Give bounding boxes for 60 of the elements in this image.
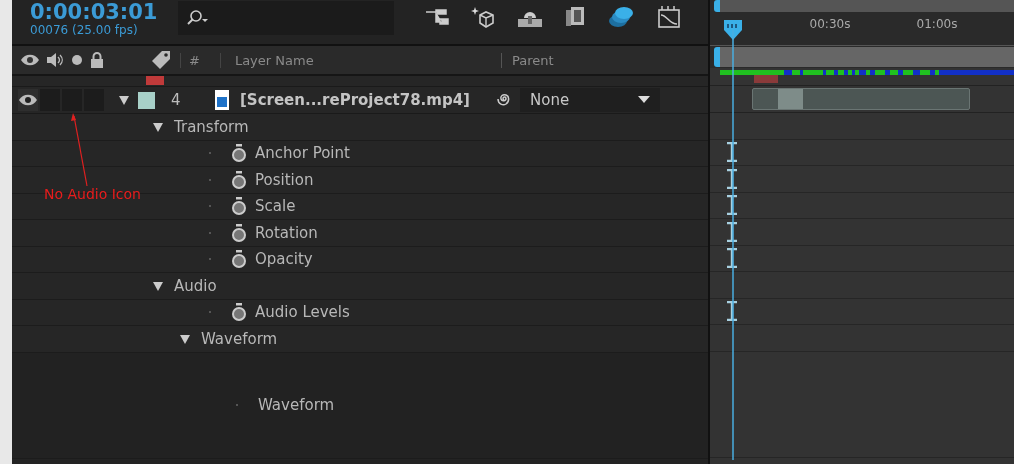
lock-icon[interactable] [90, 52, 104, 68]
playhead[interactable] [721, 20, 745, 460]
graph-editor-icon[interactable] [656, 5, 682, 29]
layer-number: 4 [171, 91, 182, 109]
flowchart-icon[interactable] [424, 6, 450, 28]
expand-triangle-icon[interactable] [118, 94, 130, 106]
search-icon [186, 9, 210, 27]
column-header[interactable]: # [180, 52, 200, 68]
motion-blur-icon[interactable] [606, 4, 636, 30]
film-frames-icon[interactable] [564, 5, 586, 29]
keyframe-ibeam-icon[interactable] [726, 301, 738, 322]
keyframe-ibeam-icon[interactable] [726, 221, 738, 242]
stopwatch-icon[interactable] [231, 144, 247, 163]
property-label[interactable]: Anchor Point [255, 144, 350, 163]
stopwatch-icon[interactable] [231, 250, 247, 269]
label-swatch[interactable] [138, 91, 155, 109]
column-header[interactable]: Layer Name [219, 52, 501, 68]
zoom-slider-handle[interactable] [714, 0, 720, 12]
search-field[interactable] [178, 1, 394, 35]
stopwatch-icon[interactable] [231, 197, 247, 216]
property-group-label[interactable]: Transform [174, 117, 249, 136]
speaker-icon[interactable] [46, 52, 64, 68]
property-label[interactable]: Opacity [255, 250, 313, 269]
time-ruler[interactable]: 00:30s 01:00s [710, 12, 1014, 46]
pick-whip-icon[interactable] [496, 92, 512, 108]
caret-icon [638, 96, 650, 104]
tag-icon[interactable] [150, 49, 172, 71]
ruler-label: 01:00s [916, 17, 958, 31]
property-group-label[interactable]: Audio [174, 276, 217, 295]
visibility-toggle[interactable] [18, 89, 38, 111]
stopwatch-icon[interactable] [231, 170, 247, 189]
expand-triangle-icon[interactable] [179, 332, 191, 345]
annotation-text: No Audio Icon [44, 186, 141, 202]
column-header[interactable]: Parent [500, 52, 554, 68]
property-label[interactable]: Audio Levels [255, 303, 350, 322]
property-label[interactable]: Position [255, 170, 314, 189]
eye-icon [18, 93, 38, 107]
stopwatch-icon[interactable] [231, 303, 247, 322]
property-label[interactable]: Scale [255, 197, 296, 216]
keyframe-ibeam-icon[interactable] [726, 142, 738, 163]
eye-icon[interactable] [20, 53, 40, 67]
timecode[interactable]: 0:00:03:01 [30, 1, 178, 23]
parent-dropdown[interactable]: None [520, 88, 660, 112]
cube-sparkle-icon[interactable] [470, 5, 496, 29]
label-swatch[interactable] [146, 76, 164, 85]
property-label[interactable]: Rotation [255, 223, 318, 242]
expand-triangle-icon[interactable] [152, 120, 164, 133]
stopwatch-icon[interactable] [231, 223, 247, 242]
work-area-handle[interactable] [714, 47, 720, 67]
property-label[interactable]: Waveform [258, 396, 335, 414]
frame-rate-label: 00076 (25.00 fps) [30, 23, 139, 37]
ruler-label: 00:30s [809, 17, 851, 31]
property-group-label[interactable]: Waveform [201, 329, 278, 348]
keyframe-ibeam-icon[interactable] [726, 195, 738, 216]
solo-dot-icon[interactable] [70, 53, 84, 67]
expand-triangle-icon[interactable] [152, 279, 164, 292]
layer-name[interactable]: [Screen...reProject78.mp4] [240, 91, 492, 109]
footage-file-icon [214, 89, 230, 111]
keyframe-ibeam-icon[interactable] [726, 168, 738, 189]
keyframe-ibeam-icon[interactable] [726, 248, 738, 269]
